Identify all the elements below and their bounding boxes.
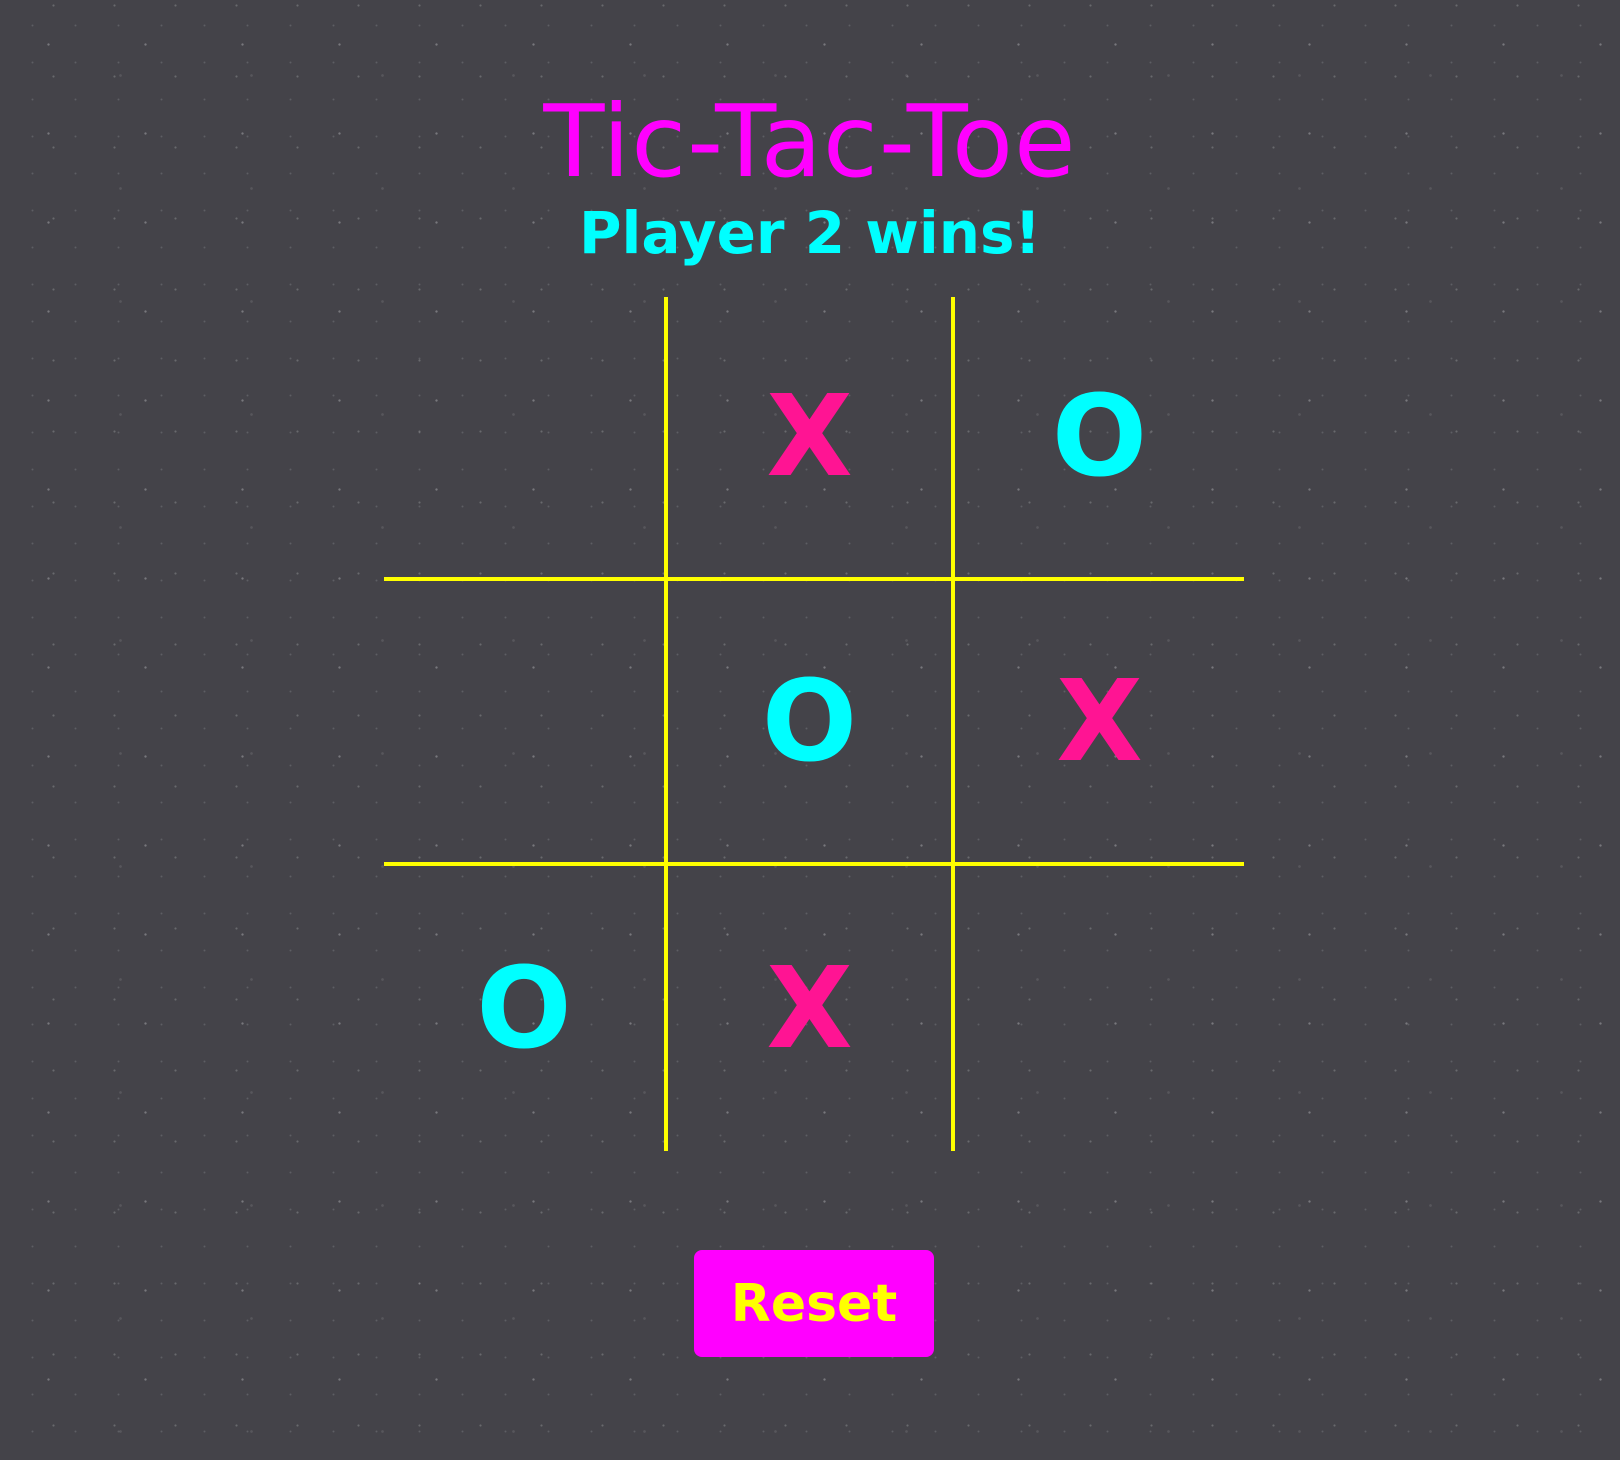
- board-cell[interactable]: X: [668, 866, 955, 1151]
- board-cell[interactable]: X: [955, 581, 1244, 866]
- game-board: X O O X O X: [384, 297, 1244, 1151]
- board-cell[interactable]: O: [384, 866, 668, 1151]
- game-title: Tic-Tac-Toe: [543, 83, 1077, 200]
- reset-button[interactable]: Reset: [694, 1250, 934, 1357]
- board-cell[interactable]: X: [668, 297, 955, 581]
- board-cell[interactable]: [955, 866, 1244, 1151]
- board-cell[interactable]: O: [668, 581, 955, 866]
- game-status: Player 2 wins!: [579, 199, 1041, 267]
- board-cell[interactable]: [384, 297, 668, 581]
- board-cell[interactable]: O: [955, 297, 1244, 581]
- board-cell[interactable]: [384, 581, 668, 866]
- game-page: { "title": "Tic-Tac-Toe", "status": "Pla…: [0, 0, 1620, 1460]
